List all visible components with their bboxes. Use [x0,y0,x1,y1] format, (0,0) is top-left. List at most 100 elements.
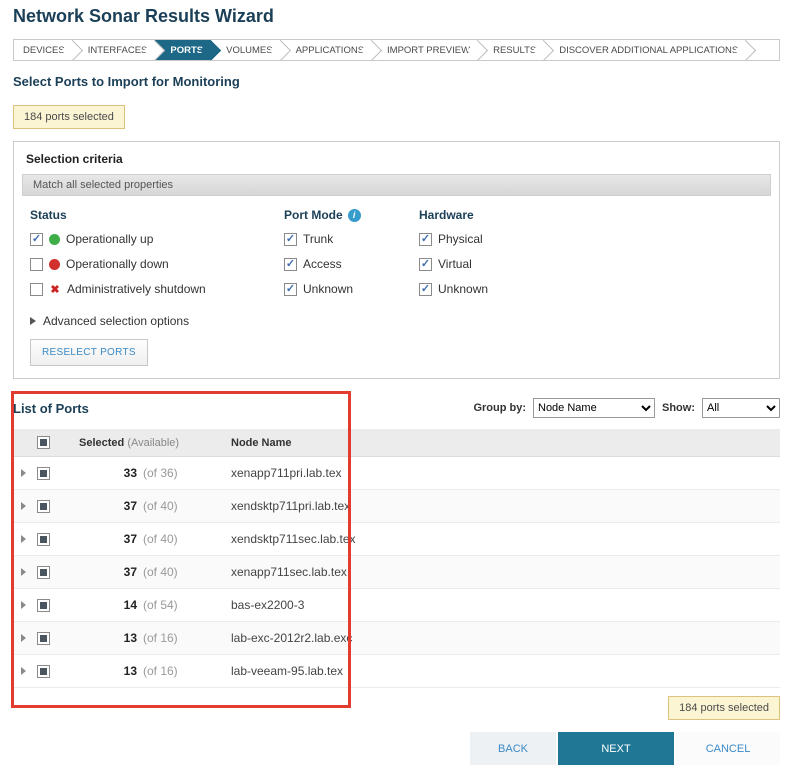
selected-available-header: Selected (Available) [67,429,211,457]
available-count: (of 40) [137,490,211,523]
access-checkbox[interactable] [284,258,297,271]
selected-count: 33 [67,457,137,490]
step-interfaces[interactable]: INTERFACES [73,40,156,60]
reselect-ports-button[interactable]: RESELECT PORTS [30,339,148,366]
group-by-select[interactable]: Node Name [533,398,655,418]
available-count: (of 16) [137,622,211,655]
page-title: Network Sonar Results Wizard [13,6,793,27]
expand-row-icon[interactable] [21,634,26,642]
port-row[interactable]: 33 (of 36) xenapp711pri.lab.tex [13,457,780,490]
node-name: xenapp711pri.lab.tex [211,457,780,490]
port-mode-column: Port Mode Trunk Access Unknown [284,208,419,307]
port-row[interactable]: 13 (of 16) lab-exc-2012r2.lab.exc [13,622,780,655]
port-mode-column-heading: Port Mode [284,208,419,222]
virtual-label: Virtual [438,257,472,271]
node-name: bas-ex2200-3 [211,589,780,622]
node-name: lab-veeam-95.lab.tex [211,655,780,688]
status-column-heading: Status [30,208,284,222]
show-label: Show: [662,402,695,414]
criteria-row-access: Access [284,257,419,271]
row-select-checkbox[interactable] [37,599,50,612]
list-of-ports-section: List of Ports Group by: Node Name Show: … [13,397,780,688]
ports-selected-badge-bottom: 184 ports selected [668,696,780,720]
expand-row-icon[interactable] [21,469,26,477]
node-name: xenapp711sec.lab.tex [211,556,780,589]
next-button[interactable]: NEXT [558,732,674,765]
node-name-header: Node Name [211,429,780,457]
port-row[interactable]: 14 (of 54) bas-ex2200-3 [13,589,780,622]
administratively-shutdown-checkbox[interactable] [30,283,43,296]
ports-table: Selected (Available) Node Name 33 (of 36… [13,429,780,688]
expand-row-icon[interactable] [21,568,26,576]
criteria-row-portmode-unknown: Unknown [284,282,419,296]
hardware-unknown-checkbox[interactable] [419,283,432,296]
show-select[interactable]: All [702,398,780,418]
virtual-checkbox[interactable] [419,258,432,271]
selected-count: 37 [67,556,137,589]
operationally-down-label: Operationally down [66,257,169,271]
node-name: xendsktp711pri.lab.tex [211,490,780,523]
row-select-checkbox[interactable] [37,632,50,645]
trunk-label: Trunk [303,232,333,246]
expand-row-icon[interactable] [21,667,26,675]
step-devices[interactable]: DEVICES [14,40,73,60]
row-select-checkbox[interactable] [37,665,50,678]
trunk-checkbox[interactable] [284,233,297,246]
port-mode-heading-label: Port Mode [284,208,343,222]
hardware-unknown-label: Unknown [438,282,488,296]
row-select-checkbox[interactable] [37,533,50,546]
step-import-preview[interactable]: IMPORT PREVIEW [372,40,478,60]
criteria-row-operationally-up: Operationally up [30,232,284,246]
selection-criteria-panel: Selection criteria Match all selected pr… [13,141,780,379]
selected-header-label: Selected [79,437,124,449]
row-select-checkbox[interactable] [37,566,50,579]
ports-selected-badge-top: 184 ports selected [13,105,125,129]
cancel-button[interactable]: CANCEL [676,732,780,765]
select-all-checkbox[interactable] [37,436,50,449]
row-select-checkbox[interactable] [37,467,50,480]
criteria-row-administratively-shutdown: ✖ Administratively shutdown [30,282,284,296]
status-shutdown-icon: ✖ [49,283,61,296]
criteria-row-trunk: Trunk [284,232,419,246]
list-of-ports-title: List of Ports [13,401,89,416]
available-count: (of 36) [137,457,211,490]
port-row[interactable]: 37 (of 40) xendsktp711sec.lab.tex [13,523,780,556]
port-mode-unknown-label: Unknown [303,282,353,296]
port-mode-unknown-checkbox[interactable] [284,283,297,296]
port-row[interactable]: 37 (of 40) xenapp711sec.lab.tex [13,556,780,589]
available-count: (of 54) [137,589,211,622]
operationally-up-label: Operationally up [66,232,153,246]
wizard-footer-buttons: BACK NEXT CANCEL [13,732,780,765]
row-select-checkbox[interactable] [37,500,50,513]
back-button[interactable]: BACK [470,732,556,765]
criteria-row-virtual: Virtual [419,257,569,271]
selected-count: 14 [67,589,137,622]
port-mode-info-icon[interactable] [348,209,361,222]
operationally-up-checkbox[interactable] [30,233,43,246]
selected-count: 37 [67,523,137,556]
selected-count: 13 [67,655,137,688]
port-row[interactable]: 13 (of 16) lab-veeam-95.lab.tex [13,655,780,688]
available-count: (of 16) [137,655,211,688]
advanced-selection-options-label: Advanced selection options [43,314,189,328]
physical-checkbox[interactable] [419,233,432,246]
available-header-label: (Available) [127,437,179,449]
selected-count: 13 [67,622,137,655]
match-properties-bar: Match all selected properties [22,174,771,196]
port-row[interactable]: 37 (of 40) xendsktp711pri.lab.tex [13,490,780,523]
expand-row-icon[interactable] [21,535,26,543]
status-column: Status Operationally up Operationally do… [30,208,284,307]
available-count: (of 40) [137,523,211,556]
selected-count: 37 [67,490,137,523]
criteria-row-operationally-down: Operationally down [30,257,284,271]
criteria-row-hardware-unknown: Unknown [419,282,569,296]
status-down-icon [49,259,60,270]
header-checkbox-cell [37,429,67,457]
expand-row-icon[interactable] [21,601,26,609]
step-applications[interactable]: APPLICATIONS [281,40,372,60]
step-discover-additional-applications[interactable]: DISCOVER ADDITIONAL APPLICATIONS [544,40,746,60]
expand-row-icon[interactable] [21,502,26,510]
network-sonar-wizard-page: Network Sonar Results Wizard DEVICES INT… [0,6,793,766]
advanced-selection-options[interactable]: Advanced selection options [30,313,779,329]
operationally-down-checkbox[interactable] [30,258,43,271]
